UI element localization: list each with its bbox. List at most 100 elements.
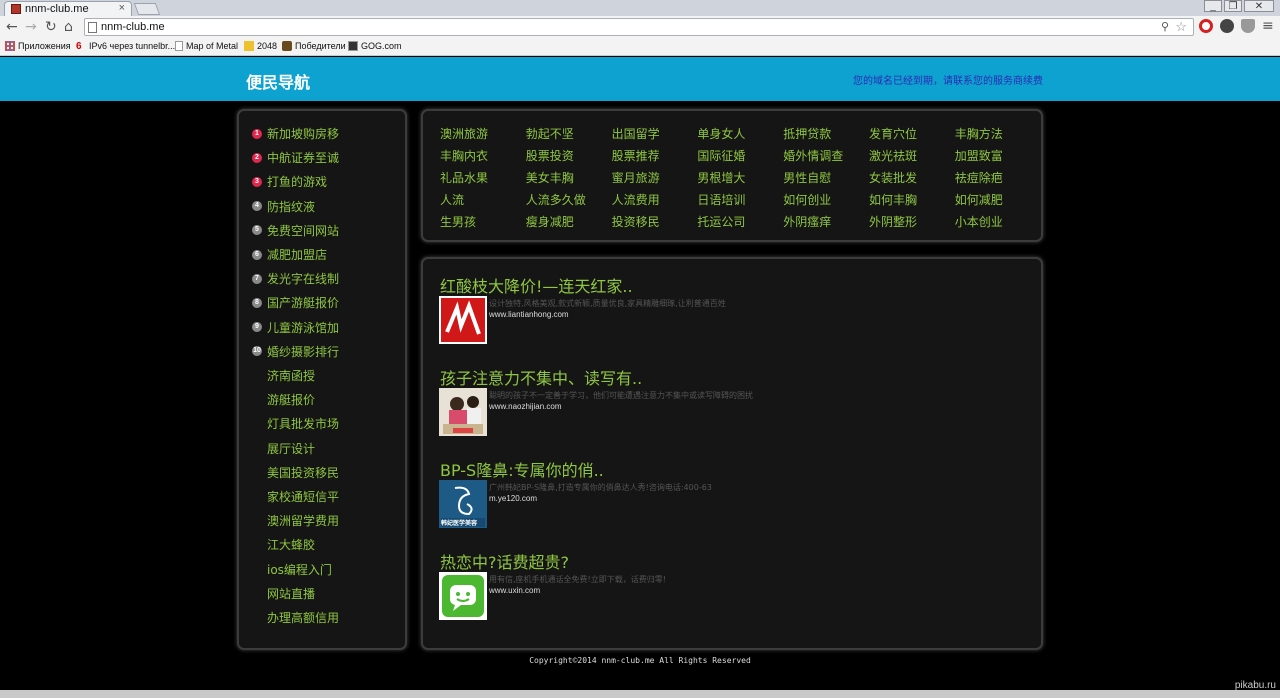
home-icon[interactable]: ⌂ xyxy=(64,19,73,35)
back-arrow-icon[interactable]: ← xyxy=(6,19,18,35)
nav-link[interactable]: 瘦身减肥 xyxy=(526,213,574,230)
bookmark-label: Победители xyxy=(295,41,346,51)
ad-image-caption: 韩妃医学美容 xyxy=(441,520,478,527)
opera-extension-icon[interactable] xyxy=(1199,19,1213,33)
shield-icon[interactable] xyxy=(1241,19,1255,33)
sidebar-item[interactable]: 澳洲留学费用 xyxy=(252,512,339,529)
sidebar-item[interactable]: 网站直播 xyxy=(252,585,315,602)
sidebar-item[interactable]: 家校通短信平 xyxy=(252,488,339,505)
ad-title-link[interactable]: 热恋中?话费超贵? xyxy=(440,549,569,573)
tab-close-icon[interactable]: × xyxy=(119,2,125,14)
nav-link[interactable]: 如何丰胸 xyxy=(869,191,917,208)
nav-link[interactable]: 婚外情调查 xyxy=(783,147,843,164)
ad-url[interactable]: www.liantianhong.com xyxy=(489,310,569,319)
zoom-icon[interactable]: ⚲ xyxy=(1161,20,1169,33)
nav-link[interactable]: 男根增大 xyxy=(697,169,745,186)
nav-link[interactable]: 投资移民 xyxy=(612,213,660,230)
nav-link[interactable]: 丰胸内衣 xyxy=(440,147,488,164)
nav-link[interactable]: 单身女人 xyxy=(697,125,745,142)
bookmark-star-icon[interactable]: ☆ xyxy=(1175,19,1187,35)
sidebar-item[interactable]: 7 发光字在线制 xyxy=(252,270,339,287)
nav-link[interactable]: 人流多久做 xyxy=(526,191,586,208)
site-title[interactable]: 便民导航 xyxy=(246,69,310,93)
sidebar-item[interactable]: 展厅设计 xyxy=(252,440,315,457)
ad-url[interactable]: www.uxin.com xyxy=(489,586,540,595)
rank-badge xyxy=(252,540,262,550)
nav-link[interactable]: 如何创业 xyxy=(783,191,831,208)
bookmark-apps[interactable]: Приложения xyxy=(5,41,71,51)
sidebar-item-label: 防指纹液 xyxy=(267,199,316,214)
sidebar-item[interactable]: 济南函授 xyxy=(252,367,315,384)
bookmark-ipv6[interactable]: 6 IPv6 через tunnelbr... xyxy=(76,41,175,52)
nav-link[interactable]: 丰胸方法 xyxy=(955,125,1003,142)
sidebar-item[interactable]: 4 防指纹液 xyxy=(252,198,315,215)
menu-icon[interactable]: ≡ xyxy=(1262,18,1274,34)
minimize-button[interactable]: _ xyxy=(1204,0,1222,12)
nav-link[interactable]: 外阴整形 xyxy=(869,213,917,230)
nav-link[interactable]: 抵押贷款 xyxy=(783,125,831,142)
ad-title-link[interactable]: BP-S隆鼻:专属你的俏.. xyxy=(440,457,604,481)
browser-toolbar: ← → ↻ ⌂ nnm-club.me ⚲ ☆ ≡ xyxy=(0,16,1280,38)
sidebar-item[interactable]: 3 打鱼的游戏 xyxy=(252,173,327,190)
sidebar-item[interactable]: 办理高额信用 xyxy=(252,609,339,626)
sidebar-item[interactable]: 1 新加坡购房移 xyxy=(252,125,339,142)
ad-title-link[interactable]: 孩子注意力不集中、读写有.. xyxy=(440,365,642,389)
nav-link[interactable]: 股票投资 xyxy=(526,147,574,164)
nav-link[interactable]: 女装批发 xyxy=(869,169,917,186)
sidebar-item[interactable]: 游艇报价 xyxy=(252,391,315,408)
nav-link[interactable]: 生男孩 xyxy=(440,213,476,230)
nav-link[interactable]: 人流费用 xyxy=(612,191,660,208)
ad-image[interactable] xyxy=(439,572,487,620)
sidebar-item[interactable]: 2 中航证券至诚 xyxy=(252,149,339,166)
reload-icon[interactable]: ↻ xyxy=(45,19,57,35)
sidebar-item[interactable]: 灯具批发市场 xyxy=(252,415,339,432)
nav-link[interactable]: 国际征婚 xyxy=(697,147,745,164)
address-bar[interactable]: nnm-club.me ⚲ ☆ xyxy=(84,18,1194,36)
nav-link[interactable]: 股票推荐 xyxy=(612,147,660,164)
nav-link[interactable]: 人流 xyxy=(440,191,464,208)
extension-icon[interactable] xyxy=(1220,19,1234,33)
nav-link[interactable]: 发育穴位 xyxy=(869,125,917,142)
close-window-button[interactable]: ✕ xyxy=(1244,0,1274,12)
sidebar-item-label: 办理高额信用 xyxy=(267,611,340,625)
nav-link[interactable]: 如何减肥 xyxy=(955,191,1003,208)
nav-link[interactable]: 祛痘除疤 xyxy=(955,169,1003,186)
sidebar-item[interactable]: 10 婚纱摄影排行 xyxy=(252,343,339,360)
sidebar-item[interactable]: 9 儿童游泳馆加 xyxy=(252,319,339,336)
nav-link[interactable]: 激光祛斑 xyxy=(869,147,917,164)
bookmark-gog[interactable]: GOG.com xyxy=(348,41,402,51)
ad-image[interactable] xyxy=(439,388,487,436)
ad-url[interactable]: www.naozhijian.com xyxy=(489,402,561,411)
ad-image[interactable] xyxy=(439,296,487,344)
browser-tab[interactable]: nnm-club.me × xyxy=(4,1,132,16)
restore-button[interactable]: ❐ xyxy=(1224,0,1242,12)
nav-link[interactable]: 蜜月旅游 xyxy=(612,169,660,186)
sidebar-item[interactable]: 5 免费空间网站 xyxy=(252,222,339,239)
forward-arrow-icon[interactable]: → xyxy=(25,19,37,35)
rank-badge: 8 xyxy=(252,297,262,308)
nav-link[interactable]: 美女丰胸 xyxy=(526,169,574,186)
ad-title-link[interactable]: 红酸枝大降价!—连天红家.. xyxy=(440,273,633,297)
sidebar-item[interactable]: 江大蜂胶 xyxy=(252,536,315,553)
nav-link[interactable]: 外阴瘙痒 xyxy=(783,213,831,230)
nav-link[interactable]: 日语培训 xyxy=(697,191,745,208)
sidebar-item[interactable]: 8 国产游艇报价 xyxy=(252,294,339,311)
nav-link[interactable]: 托运公司 xyxy=(697,213,745,230)
ad-image[interactable]: 韩妃医学美容 xyxy=(439,480,487,528)
nav-link[interactable]: 勃起不坚 xyxy=(526,125,574,142)
domain-expired-notice[interactable]: 您的域名已经到期，请联系您的服务商续费 xyxy=(853,72,1043,87)
bookmark-2048[interactable]: 2048 xyxy=(244,41,277,51)
nav-link[interactable]: 男性自慰 xyxy=(783,169,831,186)
nav-link[interactable]: 小本创业 xyxy=(955,213,1003,230)
sidebar-item[interactable]: ios编程入门 xyxy=(252,561,332,578)
ad-url[interactable]: m.ye120.com xyxy=(489,494,537,503)
sidebar-item[interactable]: 6 减肥加盟店 xyxy=(252,246,327,263)
nav-link[interactable]: 出国留学 xyxy=(612,125,660,142)
bookmark-map-of-metal[interactable]: Map of Metal xyxy=(175,41,238,51)
nav-link[interactable]: 礼品水果 xyxy=(440,169,488,186)
sidebar-item[interactable]: 美国投资移民 xyxy=(252,464,339,481)
nav-link[interactable]: 加盟致富 xyxy=(955,147,1003,164)
nav-link[interactable]: 澳洲旅游 xyxy=(440,125,488,142)
bookmark-winners[interactable]: Победители xyxy=(282,41,346,51)
new-tab-button[interactable] xyxy=(133,3,161,15)
